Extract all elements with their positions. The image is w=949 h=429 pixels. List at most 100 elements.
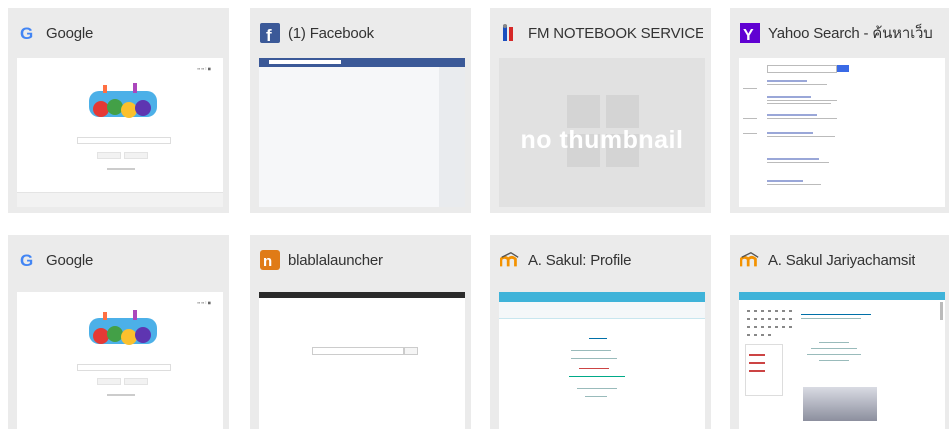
right-panel xyxy=(439,67,465,207)
result-line xyxy=(767,180,803,182)
svg-text:f: f xyxy=(266,26,272,43)
top-bar xyxy=(259,292,465,298)
form-link xyxy=(579,368,609,369)
result-line xyxy=(767,84,827,85)
sidebar-line xyxy=(743,133,757,134)
nav-link xyxy=(749,362,765,364)
footer xyxy=(17,192,223,207)
form-field xyxy=(571,350,611,351)
thumbnail-yahoo[interactable] xyxy=(739,58,945,207)
svg-text:G: G xyxy=(20,24,33,42)
search-button xyxy=(404,347,418,355)
tile-header: G Google xyxy=(18,20,221,46)
no-thumbnail-label: no thumbnail xyxy=(520,126,684,154)
login-heading xyxy=(589,338,607,339)
moodle-header xyxy=(499,292,705,302)
thumbnail-google[interactable]: ▪▪ ▪▪ ⁝ ◼ xyxy=(17,292,223,429)
tile-title: (1) Facebook xyxy=(288,24,374,42)
tile-facebook[interactable]: f (1) Facebook xyxy=(250,8,471,213)
result-line xyxy=(767,103,831,104)
thumbnail-sakul-profile[interactable] xyxy=(499,292,705,429)
form-link xyxy=(569,376,625,377)
scrollbar[interactable] xyxy=(940,302,943,320)
result-line xyxy=(767,118,837,119)
google-icon: G xyxy=(18,23,38,43)
form-text xyxy=(577,388,617,389)
tile-title: Yahoo Search - ค้นหาเว็บ xyxy=(768,25,933,42)
page-body xyxy=(259,67,465,207)
moodle-icon xyxy=(740,250,760,270)
fm-notebook-icon xyxy=(500,23,520,43)
search-input xyxy=(77,137,171,144)
result-line xyxy=(767,162,829,163)
nav-link xyxy=(749,354,765,356)
search-buttons xyxy=(97,378,148,385)
result-line xyxy=(767,96,811,98)
forum-post-text xyxy=(801,318,861,319)
header-links: ▪▪ ▪▪ ⁝ ◼ xyxy=(197,66,211,71)
result-line xyxy=(767,132,813,134)
post-text xyxy=(819,360,849,361)
search-input xyxy=(312,347,404,355)
tile-title: Google xyxy=(46,24,94,42)
result-line xyxy=(767,136,835,137)
tile-blablalauncher[interactable]: n blablalauncher xyxy=(250,235,471,429)
tile-google-1[interactable]: G Google ▪▪ ▪▪ ⁝ ◼ xyxy=(8,8,229,213)
facebook-icon: f xyxy=(260,23,280,43)
blablalauncher-icon: n xyxy=(260,250,280,270)
result-line xyxy=(767,158,819,160)
thumbnail-google[interactable]: ▪▪ ▪▪ ⁝ ◼ xyxy=(17,58,223,207)
form-field xyxy=(571,358,617,359)
svg-text:n: n xyxy=(263,253,272,270)
tile-title: Google xyxy=(46,251,94,269)
search-input xyxy=(767,65,837,73)
forum-post-link xyxy=(801,314,871,315)
result-line xyxy=(767,100,837,101)
tile-yahoo[interactable]: Y Yahoo Search - ค้นหาเว็บ xyxy=(730,8,949,213)
search-buttons xyxy=(97,152,148,159)
thumbnail-blablalauncher[interactable] xyxy=(259,292,465,429)
post-heading xyxy=(819,342,849,343)
tile-header: n blablalauncher xyxy=(260,247,463,273)
result-line xyxy=(767,80,807,82)
result-line xyxy=(767,184,821,185)
tile-header: A. Sakul: Profile xyxy=(500,247,703,273)
tile-header: FM NOTEBOOK SERVICE xyxy=(500,20,703,46)
calendar-widget xyxy=(747,310,792,336)
svg-text:Y: Y xyxy=(743,27,754,43)
doodle-image xyxy=(89,310,157,345)
search-button xyxy=(837,65,849,72)
tile-title: blablalauncher xyxy=(288,251,383,269)
thumbnail-placeholder[interactable]: no thumbnail xyxy=(499,58,705,207)
result-line xyxy=(767,114,817,116)
language-links xyxy=(107,168,135,170)
tile-fm-notebook[interactable]: FM NOTEBOOK SERVICE no thumbnail xyxy=(490,8,711,213)
yahoo-icon: Y xyxy=(740,23,760,43)
google-icon: G xyxy=(18,250,38,270)
tile-title: FM NOTEBOOK SERVICE xyxy=(528,24,703,42)
profile-header xyxy=(499,302,705,319)
post-photo xyxy=(803,387,877,421)
tile-title: A. Sakul: Profile xyxy=(528,251,632,269)
blue-header xyxy=(259,58,465,67)
header-links: ▪▪ ▪▪ ⁝ ◼ xyxy=(197,300,211,305)
tile-sakul-jariyachamsit[interactable]: A. Sakul Jariyachamsit xyxy=(730,235,949,429)
tile-header: Y Yahoo Search - ค้นหาเว็บ xyxy=(740,20,943,46)
post-text xyxy=(807,354,861,355)
doodle-image xyxy=(89,83,157,118)
tile-google-2[interactable]: G Google ▪▪ ▪▪ ⁝ ◼ xyxy=(8,235,229,429)
search-bar xyxy=(269,60,341,64)
sidebar-line xyxy=(743,118,757,119)
tile-sakul-profile[interactable]: A. Sakul: Profile xyxy=(490,235,711,429)
svg-text:G: G xyxy=(20,251,33,269)
moodle-header xyxy=(739,292,945,300)
moodle-icon xyxy=(500,250,520,270)
thumbnail-sakul-jariyachamsit[interactable] xyxy=(739,292,945,429)
tile-title: A. Sakul Jariyachamsit xyxy=(768,251,916,269)
post-text xyxy=(811,348,857,349)
form-button xyxy=(585,396,607,397)
thumbnail-facebook[interactable] xyxy=(259,58,465,207)
tile-header: A. Sakul Jariyachamsit xyxy=(740,247,943,273)
tile-header: G Google xyxy=(18,247,221,273)
nav-link xyxy=(749,370,765,372)
